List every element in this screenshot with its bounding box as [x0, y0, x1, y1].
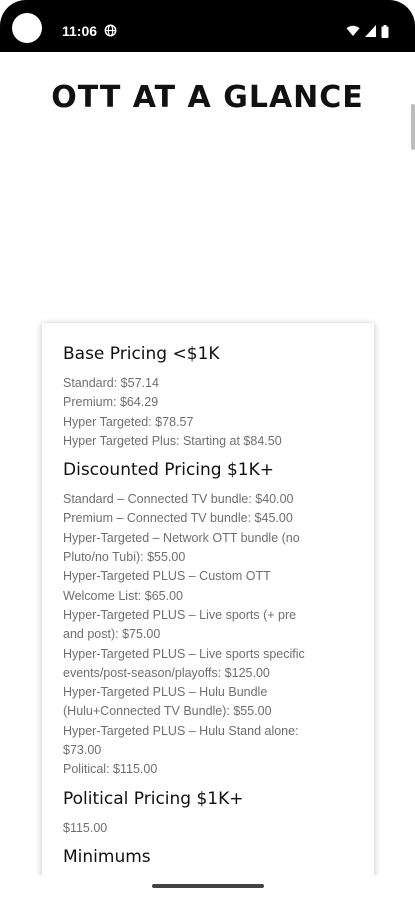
price-line: Hyper-Targeted – Network OTT bundle (no: [63, 530, 300, 545]
pricing-card: Base Pricing <$1K Standard: $57.14 Premi…: [42, 323, 374, 883]
globe-icon: [104, 24, 117, 37]
price-line: Hyper Targeted: $78.57: [63, 414, 194, 429]
price-line: Political: $115.00: [63, 762, 158, 777]
price-line: Hyper-Targeted PLUS – Hulu Bundle: [63, 685, 268, 700]
wifi-icon: [346, 25, 360, 36]
scrollbar-thumb[interactable]: [411, 104, 415, 150]
home-indicator[interactable]: [152, 884, 264, 888]
price-line: events/post-season/playoffs: $125.00: [63, 665, 270, 680]
price-line: Welcome List: $65.00: [63, 588, 183, 603]
price-line: Hyper-Targeted PLUS – Live sports specif…: [63, 646, 305, 661]
minimums-heading: Minimums: [63, 846, 151, 867]
camera-cutout: [12, 13, 42, 43]
base-pricing-list: Standard: $57.14 Premium: $64.29 Hyper T…: [63, 374, 354, 451]
signal-icon: [365, 25, 376, 37]
price-line: Premium: $64.29: [63, 395, 159, 410]
price-line: $73.00: [63, 743, 102, 758]
discounted-pricing-heading: Discounted Pricing $1K+: [63, 460, 275, 481]
price-line: Premium – Connected TV bundle: $45.00: [63, 511, 293, 526]
page-title: OTT AT A GLANCE: [51, 80, 364, 115]
price-line: (Hulu+Connected TV Bundle): $55.00: [63, 704, 272, 719]
status-bar: 11:06: [0, 0, 415, 52]
battery-icon: [381, 24, 389, 38]
price-line: Hyper Targeted Plus: Starting at $84.50: [63, 433, 282, 448]
price-line: Hyper-Targeted PLUS – Custom OTT: [63, 569, 271, 584]
political-pricing-list: $115.00: [63, 819, 354, 838]
price-line: Standard – Connected TV bundle: $40.00: [63, 492, 294, 507]
status-time: 11:06: [62, 23, 98, 39]
price-line: $115.00: [63, 820, 108, 835]
status-icons: [346, 24, 389, 38]
price-line: Pluto/no Tubi): $55.00: [63, 550, 186, 565]
base-pricing-heading: Base Pricing <$1K: [63, 344, 220, 364]
price-line: Hyper-Targeted PLUS – Hulu Stand alone:: [63, 723, 299, 738]
political-pricing-heading: Political Pricing $1K+: [63, 788, 244, 809]
price-line: Standard: $57.14: [63, 376, 159, 390]
price-line: Hyper-Targeted PLUS – Live sports (+ pre: [63, 607, 297, 622]
price-line: and post): $75.00: [63, 627, 161, 642]
discounted-pricing-list: Standard – Connected TV bundle: $40.00 P…: [63, 490, 354, 779]
